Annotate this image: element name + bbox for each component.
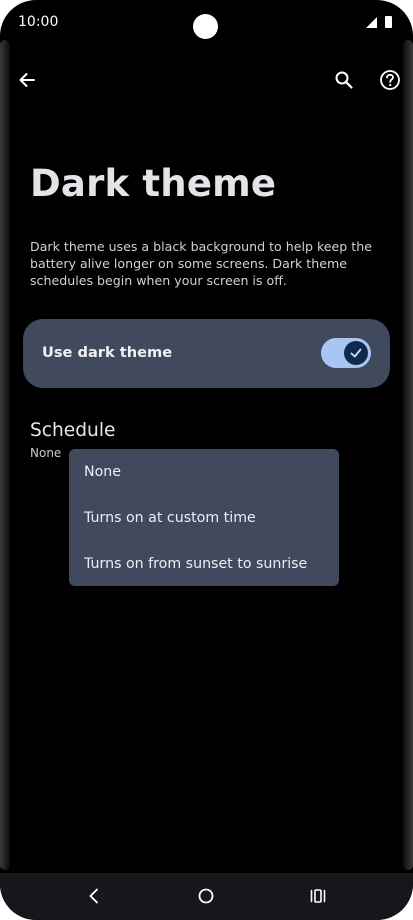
dark-theme-switch[interactable] <box>321 338 371 368</box>
status-time: 10:00 <box>18 14 59 30</box>
switch-thumb <box>344 341 368 365</box>
search-icon <box>335 71 353 89</box>
navigation-bar <box>0 873 413 920</box>
nav-recents-icon <box>310 889 326 903</box>
page-description: Dark theme uses a black background to he… <box>30 239 372 288</box>
page-title: Dark theme <box>30 162 277 205</box>
nav-back-icon <box>89 888 98 904</box>
schedule-option-custom-time[interactable]: Turns on at custom time <box>69 495 339 541</box>
phone-bezel-right <box>403 40 413 870</box>
phone-screen: 10:00 Dark theme Dark theme uses a black… <box>0 0 413 920</box>
use-dark-theme-row[interactable]: Use dark theme <box>23 319 390 388</box>
wifi-icon <box>366 17 377 28</box>
status-bar: 10:00 <box>0 0 413 46</box>
nav-home-icon <box>198 888 214 904</box>
battery-icon <box>385 16 392 28</box>
schedule-option-none[interactable]: None <box>69 449 339 495</box>
schedule-current-value[interactable]: None <box>30 446 61 460</box>
search-button[interactable] <box>326 62 362 98</box>
nav-back-button[interactable] <box>79 881 109 911</box>
help-button[interactable] <box>372 62 408 98</box>
front-camera <box>193 14 218 39</box>
status-icons <box>366 16 392 28</box>
schedule-option-sunset-sunrise[interactable]: Turns on from sunset to sunrise <box>69 541 339 587</box>
arrow-left-icon <box>19 73 35 87</box>
schedule-heading: Schedule <box>30 420 116 441</box>
check-icon <box>350 348 362 358</box>
schedule-dropdown-menu: None Turns on at custom time Turns on fr… <box>69 449 339 586</box>
help-circle-icon <box>380 70 400 90</box>
use-dark-theme-label: Use dark theme <box>42 344 173 361</box>
nav-home-button[interactable] <box>191 881 221 911</box>
phone-bezel-left <box>0 40 10 870</box>
nav-recents-button[interactable] <box>303 881 333 911</box>
back-button[interactable] <box>9 62 45 98</box>
